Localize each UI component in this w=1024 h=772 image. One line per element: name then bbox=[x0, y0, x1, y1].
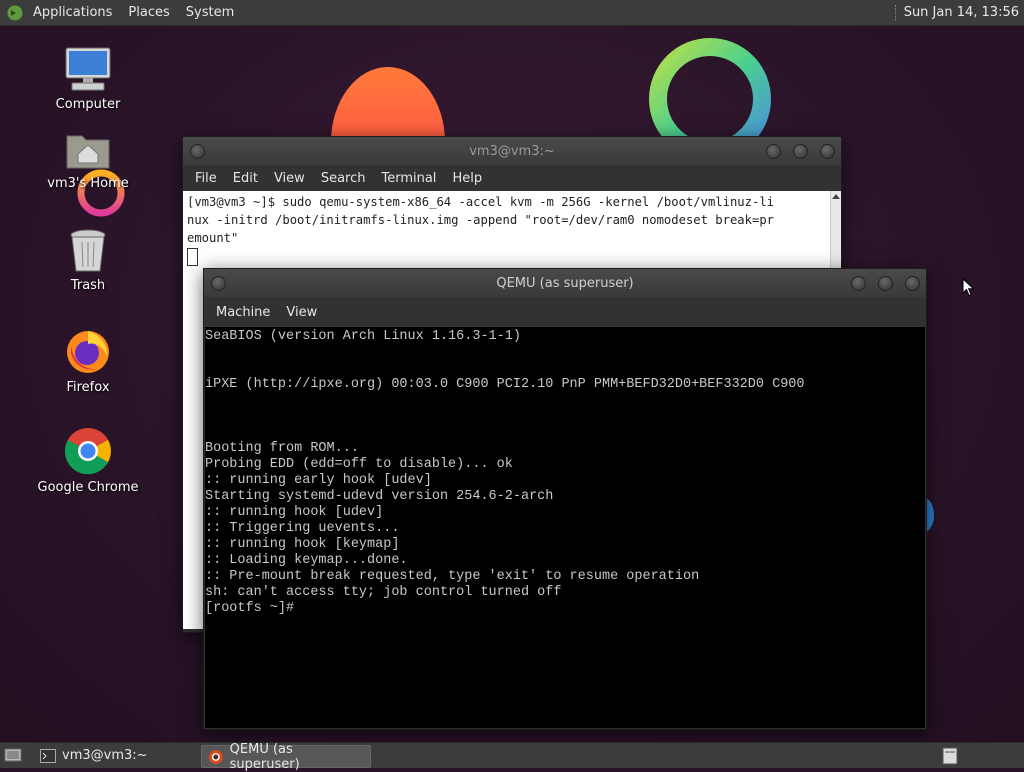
menu-search[interactable]: Search bbox=[313, 171, 374, 186]
qemu-console-line: SeaBIOS (version Arch Linux 1.16.3-1-1) bbox=[205, 329, 521, 344]
menu-applications[interactable]: Applications bbox=[25, 0, 120, 25]
menu-system[interactable]: System bbox=[178, 0, 242, 25]
chrome-icon bbox=[64, 428, 111, 475]
desktop-icon-computer[interactable]: Computer bbox=[33, 45, 143, 112]
qemu-console-line: Booting from ROM... bbox=[205, 441, 359, 456]
maximize-button[interactable] bbox=[878, 276, 893, 291]
home-folder-icon bbox=[66, 135, 110, 169]
desktop-icon-label: Firefox bbox=[66, 380, 110, 395]
qemu-console-line: :: running early hook [udev] bbox=[205, 473, 432, 488]
qemu-console-line bbox=[205, 425, 925, 441]
scroll-up-arrow-icon[interactable] bbox=[832, 194, 840, 199]
qemu-console-line: sh: can't access tty; job control turned… bbox=[205, 585, 562, 600]
menu-view[interactable]: View bbox=[266, 171, 313, 186]
qemu-console-line: [rootfs ~]# bbox=[205, 601, 295, 616]
terminal-cursor bbox=[187, 247, 198, 266]
desktop-icon-chrome[interactable]: Google Chrome bbox=[33, 426, 143, 495]
maximize-button[interactable] bbox=[793, 144, 808, 159]
taskbar-item-qemu[interactable]: QEMU (as superuser) bbox=[201, 742, 371, 772]
qemu-title: QEMU (as superuser) bbox=[496, 275, 634, 291]
window-menu-button[interactable] bbox=[211, 276, 226, 291]
qemu-console-line bbox=[205, 361, 925, 377]
terminal-line: emount" bbox=[187, 231, 239, 245]
top-panel: Applications Places System Sun Jan 14, 1… bbox=[0, 0, 1024, 26]
qemu-console-line: :: Loading keymap...done. bbox=[205, 553, 408, 568]
desktop-icon-label: Trash bbox=[70, 278, 106, 293]
mate-logo-icon[interactable] bbox=[7, 5, 23, 21]
terminal-menubar: File Edit View Search Terminal Help bbox=[183, 165, 841, 191]
qemu-menubar: Machine View bbox=[204, 297, 926, 327]
terminal-titlebar[interactable]: vm3@vm3:~ bbox=[183, 137, 841, 165]
qemu-console-line: :: Pre-mount break requested, type 'exit… bbox=[205, 569, 700, 584]
taskbar-item-terminal[interactable]: vm3@vm3:~ bbox=[34, 745, 206, 766]
menu-terminal[interactable]: Terminal bbox=[373, 171, 444, 186]
desktop-icon-trash[interactable]: Trash bbox=[33, 228, 143, 293]
clock[interactable]: Sun Jan 14, 13:56 bbox=[904, 5, 1019, 20]
desktop-icon-label: Google Chrome bbox=[37, 480, 139, 495]
desktop-icon-firefox[interactable]: Firefox bbox=[33, 326, 143, 395]
qemu-console-line bbox=[205, 345, 925, 361]
menu-places[interactable]: Places bbox=[120, 0, 177, 25]
menu-edit[interactable]: Edit bbox=[225, 171, 266, 186]
menu-view[interactable]: View bbox=[278, 305, 325, 320]
qemu-console-line bbox=[205, 393, 925, 409]
menu-file[interactable]: File bbox=[187, 171, 225, 186]
mouse-pointer-icon bbox=[962, 278, 975, 297]
qemu-console-line: :: running hook [udev] bbox=[205, 505, 384, 520]
terminal-line: [vm3@vm3 ~]$ sudo qemu-system-x86_64 -ac… bbox=[187, 195, 774, 209]
firefox-icon bbox=[67, 331, 109, 373]
minimize-button[interactable] bbox=[766, 144, 781, 159]
qemu-console-line bbox=[205, 409, 925, 425]
minimize-button[interactable] bbox=[851, 276, 866, 291]
desktop-icon-label: vm3's Home bbox=[47, 176, 129, 191]
desktop-icon-label: Computer bbox=[55, 97, 121, 112]
qemu-vm-display[interactable]: SeaBIOS (version Arch Linux 1.16.3-1-1) i… bbox=[205, 327, 925, 728]
trash-icon bbox=[70, 229, 106, 272]
qemu-console-line: Probing EDD (edd=off to disable)... ok bbox=[205, 457, 513, 472]
close-button[interactable] bbox=[905, 276, 920, 291]
computer-icon bbox=[65, 47, 111, 91]
qemu-titlebar[interactable]: QEMU (as superuser) bbox=[204, 269, 926, 297]
close-button[interactable] bbox=[820, 144, 835, 159]
qemu-console-line: :: Triggering uevents... bbox=[205, 521, 400, 536]
qemu-window[interactable]: QEMU (as superuser) Machine View SeaBIOS… bbox=[203, 268, 927, 730]
workspace-switcher-icon[interactable] bbox=[942, 747, 958, 765]
decor-ring bbox=[649, 38, 771, 137]
panel-separator bbox=[894, 4, 898, 21]
terminal-line: nux -initrd /boot/initramfs-linux.img -a… bbox=[187, 213, 774, 227]
bottom-panel: vm3@vm3:~ QEMU (as superuser) bbox=[0, 742, 1024, 772]
qemu-console-line: :: running hook [keymap] bbox=[205, 537, 400, 552]
menu-help[interactable]: Help bbox=[444, 171, 490, 186]
terminal-title: vm3@vm3:~ bbox=[469, 143, 555, 159]
taskbar-item-label: QEMU (as superuser) bbox=[229, 741, 300, 772]
taskbar-item-label: vm3@vm3:~ bbox=[62, 748, 148, 763]
qemu-icon bbox=[208, 749, 223, 764]
qemu-console-line: iPXE (http://ipxe.org) 00:03.0 C900 PCI2… bbox=[205, 377, 805, 392]
qemu-console-line: Starting systemd-udevd version 254.6-2-a… bbox=[205, 489, 554, 504]
menu-machine[interactable]: Machine bbox=[208, 305, 278, 320]
window-menu-button[interactable] bbox=[190, 144, 205, 159]
desktop-icon-home[interactable]: vm3's Home bbox=[33, 128, 143, 191]
terminal-icon bbox=[40, 748, 56, 763]
show-desktop-icon[interactable] bbox=[4, 747, 22, 763]
